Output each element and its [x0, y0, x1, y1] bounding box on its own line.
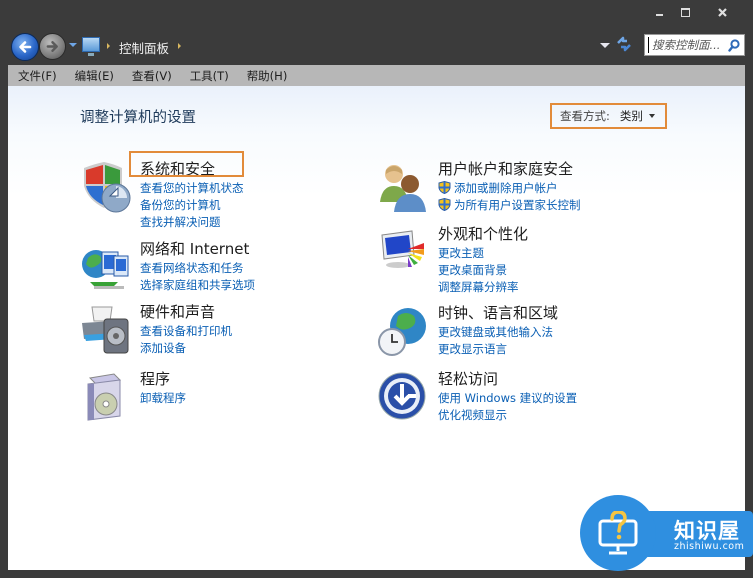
link-homegroup-sharing[interactable]: 选择家庭组和共享选项: [140, 276, 255, 293]
menu-view[interactable]: 查看(V): [123, 68, 181, 84]
ease-of-access-icon: [378, 372, 426, 420]
minimize-icon: [655, 14, 663, 16]
recent-pages-dropdown[interactable]: [69, 43, 77, 47]
link-add-remove-accounts[interactable]: 添加或删除用户帐户: [438, 179, 581, 196]
navigation-bar: 控制面板: [8, 32, 745, 62]
network-globe-icon: [82, 250, 129, 289]
users-icon: [380, 165, 426, 212]
clock-globe-icon: [378, 308, 426, 356]
link-view-computer-status[interactable]: 查看您的计算机状态: [140, 179, 244, 196]
category-title[interactable]: 程序: [140, 368, 170, 389]
menu-file[interactable]: 文件(F): [8, 68, 66, 84]
category-title[interactable]: 轻松访问: [438, 368, 498, 389]
link-troubleshoot[interactable]: 查找并解决问题: [140, 213, 244, 230]
category-title[interactable]: 网络和 Internet: [140, 238, 249, 259]
menu-bar: 文件(F) 编辑(E) 查看(V) 工具(T) 帮助(H): [8, 65, 745, 86]
menu-edit[interactable]: 编辑(E): [66, 68, 123, 84]
link-network-status[interactable]: 查看网络状态和任务: [140, 259, 255, 276]
link-screen-resolution[interactable]: 调整屏幕分辨率: [438, 278, 519, 295]
question-monitor-icon: [598, 511, 638, 555]
breadcrumb-control-panel[interactable]: 控制面板: [119, 38, 169, 57]
control-panel-icon: [82, 37, 100, 56]
uac-shield-icon: [438, 181, 451, 194]
link-recommended-settings[interactable]: 使用 Windows 建议的设置: [438, 389, 577, 406]
category-title[interactable]: 外观和个性化: [438, 223, 528, 244]
menu-help[interactable]: 帮助(H): [238, 68, 297, 84]
printer-speaker-icon: [82, 306, 129, 354]
back-button[interactable]: [11, 33, 39, 61]
watermark-logo: 知识屋 zhishiwu.com: [577, 495, 753, 578]
search-icon[interactable]: [728, 39, 740, 52]
link-devices-printers[interactable]: 查看设备和打印机: [140, 322, 232, 339]
link-backup-computer[interactable]: 备份您的计算机: [140, 196, 244, 213]
address-history-dropdown[interactable]: [600, 43, 610, 48]
link-add-device[interactable]: 添加设备: [140, 339, 232, 356]
category-title[interactable]: 硬件和声音: [140, 301, 215, 322]
link-change-background[interactable]: 更改桌面背景: [438, 261, 519, 278]
minimize-button[interactable]: [652, 6, 666, 18]
chevron-down-icon[interactable]: [648, 114, 655, 118]
arrow-left-icon: [19, 41, 32, 53]
view-by-selector[interactable]: 查看方式: 类别: [550, 103, 667, 129]
watermark-url: zhishiwu.com: [674, 541, 745, 552]
category-title[interactable]: 系统和安全: [140, 158, 215, 179]
view-by-label: 查看方式:: [560, 109, 610, 123]
category-title[interactable]: 时钟、语言和区域: [438, 302, 558, 323]
view-by-value[interactable]: 类别: [620, 108, 643, 124]
page-title: 调整计算机的设置: [80, 110, 196, 126]
breadcrumb-separator-icon[interactable]: [107, 43, 110, 49]
uac-shield-icon: [438, 198, 451, 211]
link-change-theme[interactable]: 更改主题: [438, 244, 519, 261]
maximize-button[interactable]: [678, 6, 692, 18]
monitor-palette-icon: [381, 230, 424, 268]
menu-tools[interactable]: 工具(T): [181, 68, 238, 84]
maximize-icon: [680, 7, 690, 17]
shield-pie-icon: [84, 162, 131, 213]
forward-button[interactable]: [39, 33, 66, 60]
refresh-icon[interactable]: [615, 35, 633, 53]
breadcrumb-separator-icon[interactable]: [178, 43, 181, 49]
link-text: 为所有用户设置家长控制: [454, 197, 581, 212]
close-button[interactable]: [715, 6, 729, 18]
program-box-icon: [87, 373, 122, 421]
search-input[interactable]: [648, 37, 724, 53]
link-parental-controls[interactable]: 为所有用户设置家长控制: [438, 196, 581, 213]
close-icon: [717, 7, 727, 17]
arrow-right-icon: [46, 41, 58, 52]
link-change-keyboard[interactable]: 更改键盘或其他输入法: [438, 323, 553, 340]
link-uninstall-program[interactable]: 卸载程序: [140, 389, 186, 406]
link-optimize-display[interactable]: 优化视频显示: [438, 406, 577, 423]
link-text: 添加或删除用户帐户: [454, 180, 558, 195]
category-title[interactable]: 用户帐户和家庭安全: [438, 158, 573, 179]
search-box[interactable]: [644, 34, 745, 56]
link-change-display-language[interactable]: 更改显示语言: [438, 340, 553, 357]
